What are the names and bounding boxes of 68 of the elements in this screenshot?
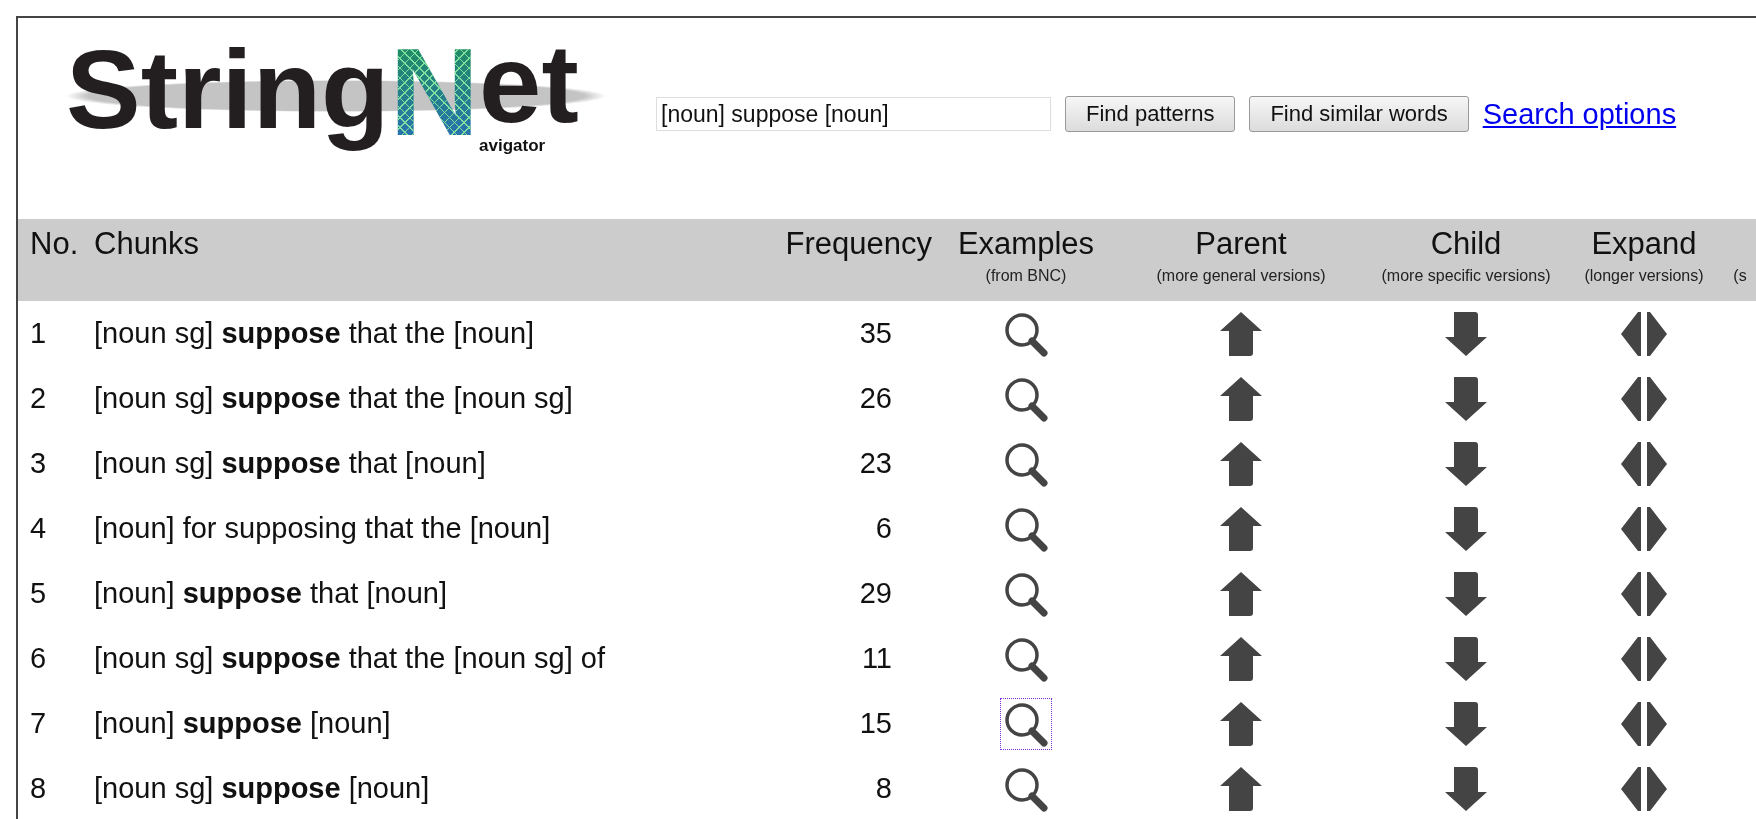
column-title: Frequency <box>785 227 932 261</box>
chunk-text: [noun sg] suppose that the [noun sg] <box>94 382 574 415</box>
search-button[interactable]: Find similar words <box>1249 96 1469 132</box>
left-right-arrows-icon[interactable] <box>1621 375 1667 422</box>
arrow-up-icon[interactable] <box>1218 310 1264 357</box>
column-title: Examples <box>957 227 1095 261</box>
left-right-arrows-icon[interactable] <box>1621 570 1667 617</box>
frequency-value: 8 <box>875 772 893 805</box>
search-button[interactable]: Find patterns <box>1065 96 1236 132</box>
column-note: (s <box>1733 267 1747 285</box>
chunk-text: [noun] suppose that [noun] <box>94 577 449 610</box>
arrow-down-icon[interactable] <box>1443 310 1489 357</box>
arrow-up-icon[interactable] <box>1218 570 1264 617</box>
arrow-up-icon[interactable] <box>1218 635 1264 682</box>
logo-text: et <box>479 34 579 134</box>
chunk-text: [noun] for supposing that the [noun] <box>94 512 552 545</box>
frequency-value: 6 <box>875 512 893 545</box>
arrow-down-icon[interactable] <box>1443 440 1489 487</box>
arrow-down-icon[interactable] <box>1443 635 1489 682</box>
row-number: 2 <box>29 382 48 415</box>
row-number: 1 <box>29 317 48 350</box>
row-number: 8 <box>29 772 48 805</box>
column-title: Expand <box>1591 227 1697 261</box>
frequency-value: 26 <box>859 382 893 415</box>
column-title: No. <box>30 227 79 261</box>
arrow-up-icon[interactable] <box>1218 375 1264 422</box>
row-number: 7 <box>29 707 48 740</box>
frequency-value: 29 <box>859 577 893 610</box>
chunk-text: [noun sg] suppose that the [noun] <box>94 317 536 350</box>
column-title: Parent <box>1195 227 1287 261</box>
row-number: 5 <box>29 577 48 610</box>
arrow-down-icon[interactable] <box>1443 505 1489 552</box>
arrow-down-icon[interactable] <box>1443 765 1489 812</box>
left-right-arrows-icon[interactable] <box>1621 505 1667 552</box>
column-note: (more general versions) <box>1156 267 1326 285</box>
column-title: Chunks <box>94 227 200 261</box>
chunk-text: [noun sg] suppose [noun] <box>94 772 431 805</box>
search-field[interactable]: [noun] suppose [noun] <box>656 97 1051 131</box>
search-options-link[interactable]: Search options <box>1482 97 1677 131</box>
left-right-arrows-icon[interactable] <box>1621 700 1667 747</box>
search-icon[interactable] <box>1000 697 1052 750</box>
column-title: Child <box>1430 227 1502 261</box>
row-number: 4 <box>29 512 48 545</box>
frequency-value: 11 <box>861 642 893 675</box>
arrow-up-icon[interactable] <box>1218 700 1264 747</box>
arrow-down-icon[interactable] <box>1443 700 1489 747</box>
logo-subtitle: avigator <box>479 136 546 156</box>
arrow-up-icon[interactable] <box>1218 765 1264 812</box>
arrow-down-icon[interactable] <box>1443 570 1489 617</box>
frequency-value: 35 <box>859 317 893 350</box>
column-note: (longer versions) <box>1584 267 1704 285</box>
logo-text: String <box>66 28 390 152</box>
left-right-arrows-icon[interactable] <box>1621 765 1667 812</box>
left-right-arrows-icon[interactable] <box>1621 635 1667 682</box>
arrow-up-icon[interactable] <box>1218 505 1264 552</box>
frequency-value: 23 <box>859 447 893 480</box>
left-right-arrows-icon[interactable] <box>1621 440 1667 487</box>
column-note: (more specific versions) <box>1381 267 1551 285</box>
column-note: (from BNC) <box>985 267 1067 285</box>
chunk-text: [noun] suppose [noun] <box>94 707 392 740</box>
frequency-value: 15 <box>859 707 893 740</box>
chunk-text: [noun sg] suppose that the [noun sg] of <box>94 642 607 675</box>
row-number: 6 <box>29 642 48 675</box>
arrow-down-icon[interactable] <box>1443 375 1489 422</box>
left-right-arrows-icon[interactable] <box>1621 310 1667 357</box>
row-number: 3 <box>29 447 48 480</box>
chunk-text: [noun sg] suppose that [noun] <box>94 447 487 480</box>
arrow-up-icon[interactable] <box>1218 440 1264 487</box>
